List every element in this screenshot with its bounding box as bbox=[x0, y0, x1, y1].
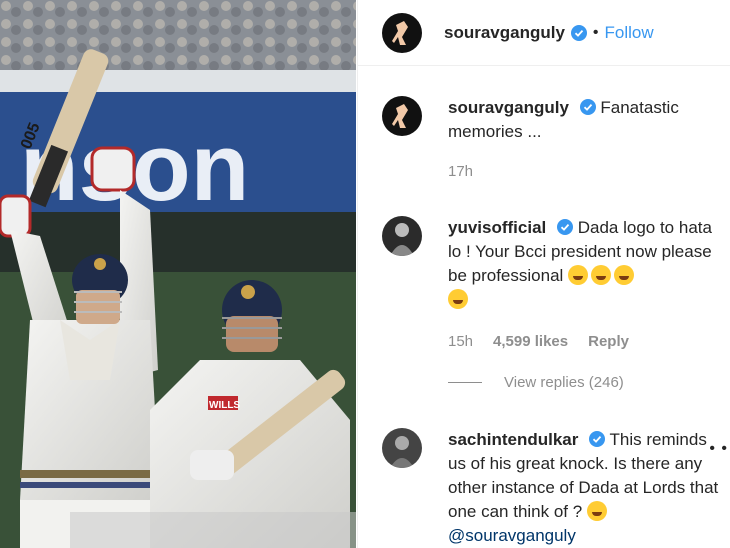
post-header: souravganguly • Follow bbox=[358, 0, 730, 66]
verified-badge-icon bbox=[579, 99, 596, 115]
yum-face-emoji-icon bbox=[586, 501, 607, 521]
comment-body: yuvisofficial Dada logo to hata lo ! You… bbox=[448, 216, 727, 354]
comment-username[interactable]: yuvisofficial bbox=[448, 218, 546, 237]
comment-meta: 15h 4,599 likes Reply bbox=[448, 330, 727, 354]
post-photo[interactable]: nson 005 WILLS bbox=[0, 0, 356, 548]
verified-badge-icon bbox=[589, 431, 606, 447]
commenter-avatar[interactable] bbox=[382, 428, 422, 468]
commenter-avatar[interactable] bbox=[382, 96, 422, 136]
follow-button[interactable]: Follow bbox=[605, 23, 654, 43]
view-replies-button[interactable]: View replies (246) bbox=[448, 374, 624, 391]
separator-dot: • bbox=[592, 23, 599, 41]
mention-link[interactable]: @souravganguly bbox=[448, 526, 576, 545]
replies-divider bbox=[448, 382, 482, 383]
commenter-avatar[interactable] bbox=[382, 216, 422, 256]
comments-panel: souravganguly • Follow souravganguly Fan… bbox=[357, 0, 730, 548]
comment-username[interactable]: sachintendulkar bbox=[448, 430, 578, 449]
comment-time[interactable]: 17h bbox=[448, 160, 473, 184]
winking-tongue-emoji-icon bbox=[591, 265, 612, 285]
like-count[interactable]: 4,599 likes bbox=[493, 330, 568, 354]
verified-badge-icon bbox=[570, 24, 587, 41]
comment-body: souravganguly Fanatastic memories ... 17… bbox=[448, 96, 727, 184]
comment-yuvi: yuvisofficial Dada logo to hata lo ! You… bbox=[382, 216, 727, 354]
laughing-emoji-icon bbox=[568, 265, 589, 285]
reply-button[interactable]: Reply bbox=[588, 330, 629, 354]
crazy-face-emoji-icon bbox=[614, 265, 635, 285]
comment-meta: 17h bbox=[448, 160, 727, 184]
comment-username[interactable]: souravganguly bbox=[448, 98, 569, 117]
comment-time[interactable]: 15h bbox=[448, 330, 473, 354]
more-options-icon[interactable]: • • bbox=[709, 440, 728, 458]
verified-badge-icon bbox=[557, 219, 573, 235]
jersey-sponsor: WILLS bbox=[209, 400, 240, 411]
grinning-emoji-icon bbox=[448, 289, 468, 309]
view-replies-label: View replies (246) bbox=[504, 374, 624, 391]
cricket-photo: nson 005 WILLS bbox=[0, 0, 356, 548]
author-username[interactable]: souravganguly bbox=[444, 23, 565, 43]
comment-sachin: sachintendulkar This reminds us of his g… bbox=[382, 428, 727, 548]
comment-author: souravganguly Fanatastic memories ... 17… bbox=[382, 96, 727, 184]
author-avatar[interactable] bbox=[382, 12, 422, 53]
comment-body: sachintendulkar This reminds us of his g… bbox=[448, 428, 727, 548]
